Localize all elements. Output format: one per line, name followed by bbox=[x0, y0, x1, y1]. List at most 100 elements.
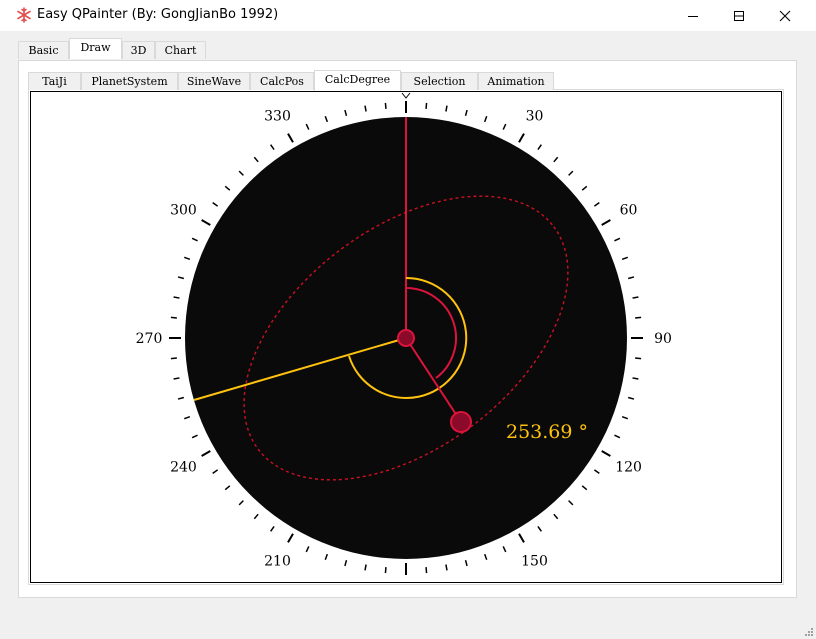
dial-tick bbox=[170, 357, 177, 360]
dial-tick bbox=[305, 546, 310, 553]
tab-basic[interactable]: Basic bbox=[18, 41, 69, 59]
dial-tick bbox=[224, 485, 231, 491]
dial-tick bbox=[537, 144, 542, 151]
dial-label: 240 bbox=[170, 460, 197, 476]
minimize-icon bbox=[688, 15, 698, 17]
dial-tick bbox=[614, 434, 621, 439]
tab-3d[interactable]: 3D bbox=[122, 41, 155, 59]
dial-tick bbox=[518, 533, 525, 543]
dial-tick bbox=[627, 396, 635, 400]
dial-tick bbox=[183, 415, 191, 420]
dial-tick bbox=[238, 170, 244, 176]
tab-planetsystem[interactable]: PlanetSystem bbox=[81, 72, 178, 90]
dial-label: 300 bbox=[170, 203, 197, 219]
tab-chart[interactable]: Chart bbox=[155, 41, 206, 59]
window-title: Easy QPainter (By: GongJianBo 1992) bbox=[37, 7, 279, 22]
dial-tick bbox=[324, 115, 329, 123]
dial-tick bbox=[287, 533, 294, 543]
tab-animation[interactable]: Animation bbox=[478, 72, 554, 90]
tab-sinewave[interactable]: SineWave bbox=[178, 72, 250, 90]
dial-tick bbox=[593, 469, 600, 474]
dial-tick bbox=[635, 316, 642, 319]
dial-tick bbox=[553, 513, 559, 520]
dial-tick bbox=[173, 296, 180, 299]
tab-selection[interactable]: Selection bbox=[401, 72, 478, 90]
degree-dial[interactable]: 253.69 ° 30 60 90 120 150 210 240 270 300 330 bbox=[31, 92, 781, 582]
dial-tick bbox=[253, 513, 259, 520]
dial-tick bbox=[445, 564, 448, 571]
dial-tick bbox=[191, 237, 198, 242]
dial-tick bbox=[614, 237, 621, 242]
dial-tick bbox=[177, 276, 185, 280]
maximize-button-area[interactable] bbox=[716, 0, 762, 31]
dial-tick bbox=[344, 559, 348, 567]
dial-tick bbox=[627, 276, 635, 280]
dial-tick bbox=[201, 450, 211, 457]
dial-tick bbox=[177, 396, 185, 400]
drag-handle[interactable] bbox=[450, 411, 472, 433]
dial-tick bbox=[270, 144, 275, 151]
dial-label: 30 bbox=[526, 108, 544, 124]
dial-tick bbox=[635, 357, 642, 360]
dial-tick bbox=[601, 219, 611, 226]
dial-tick bbox=[445, 105, 448, 112]
dial-tick bbox=[464, 109, 468, 117]
dial-label: 150 bbox=[521, 554, 548, 570]
dial-tick bbox=[253, 156, 259, 163]
maximize-icon bbox=[734, 10, 744, 21]
dial-label: 120 bbox=[615, 460, 642, 476]
top-marker bbox=[401, 92, 411, 99]
dial-tick bbox=[502, 546, 507, 553]
tab-calcpos[interactable]: CalcPos bbox=[250, 72, 314, 90]
dial-tick bbox=[170, 316, 177, 319]
dial-tick bbox=[632, 296, 639, 299]
dial-label: 90 bbox=[654, 331, 672, 347]
snowflake-icon bbox=[17, 7, 31, 23]
dial-tick bbox=[593, 202, 600, 207]
tab-draw[interactable]: Draw bbox=[69, 38, 122, 59]
dial-tick bbox=[384, 567, 387, 574]
degree-readout: 253.69 ° bbox=[506, 421, 588, 443]
dial-tick bbox=[621, 415, 629, 420]
dial-tick bbox=[425, 567, 428, 574]
dial-tick bbox=[305, 123, 310, 130]
dial-tick bbox=[224, 185, 231, 191]
tab-taiji[interactable]: TaiJi bbox=[28, 72, 81, 90]
dial-tick bbox=[601, 450, 611, 457]
dial-label: 210 bbox=[264, 554, 291, 570]
close-button[interactable] bbox=[762, 0, 808, 31]
dial-tick bbox=[581, 185, 588, 191]
dial-tick bbox=[537, 525, 542, 532]
dial-tick bbox=[502, 123, 507, 130]
dial-tick bbox=[212, 469, 219, 474]
dial-tick bbox=[384, 102, 387, 109]
status-area bbox=[0, 598, 816, 639]
close-icon bbox=[779, 10, 791, 21]
dial-tick bbox=[483, 115, 488, 123]
dial-tick bbox=[344, 109, 348, 117]
minimize-button-area[interactable] bbox=[670, 0, 716, 31]
dial-tick bbox=[270, 525, 275, 532]
dial-tick bbox=[173, 377, 180, 380]
dial-tick bbox=[324, 553, 329, 561]
dial-tick bbox=[581, 485, 588, 491]
dial-tick bbox=[518, 133, 525, 143]
dial-tick bbox=[425, 102, 428, 109]
resize-grip-icon[interactable] bbox=[803, 626, 813, 636]
dial-tick bbox=[212, 202, 219, 207]
dial-tick bbox=[191, 434, 198, 439]
dial-tick bbox=[568, 500, 574, 506]
tab-calcdegree[interactable]: CalcDegree bbox=[314, 70, 401, 91]
draw-canvas[interactable]: 253.69 ° 30 60 90 120 150 210 240 270 300 330 bbox=[30, 91, 782, 583]
dial-tick bbox=[632, 377, 639, 380]
dial-tick bbox=[464, 559, 468, 567]
dial-label: 60 bbox=[620, 203, 638, 219]
dial-tick bbox=[238, 500, 244, 506]
dial-label: 330 bbox=[264, 108, 291, 124]
dial-tick bbox=[621, 256, 629, 261]
center-point bbox=[397, 329, 415, 347]
dial-tick bbox=[287, 133, 294, 143]
dial-tick bbox=[364, 105, 367, 112]
dial-tick bbox=[364, 564, 367, 571]
dial-tick bbox=[568, 170, 574, 176]
